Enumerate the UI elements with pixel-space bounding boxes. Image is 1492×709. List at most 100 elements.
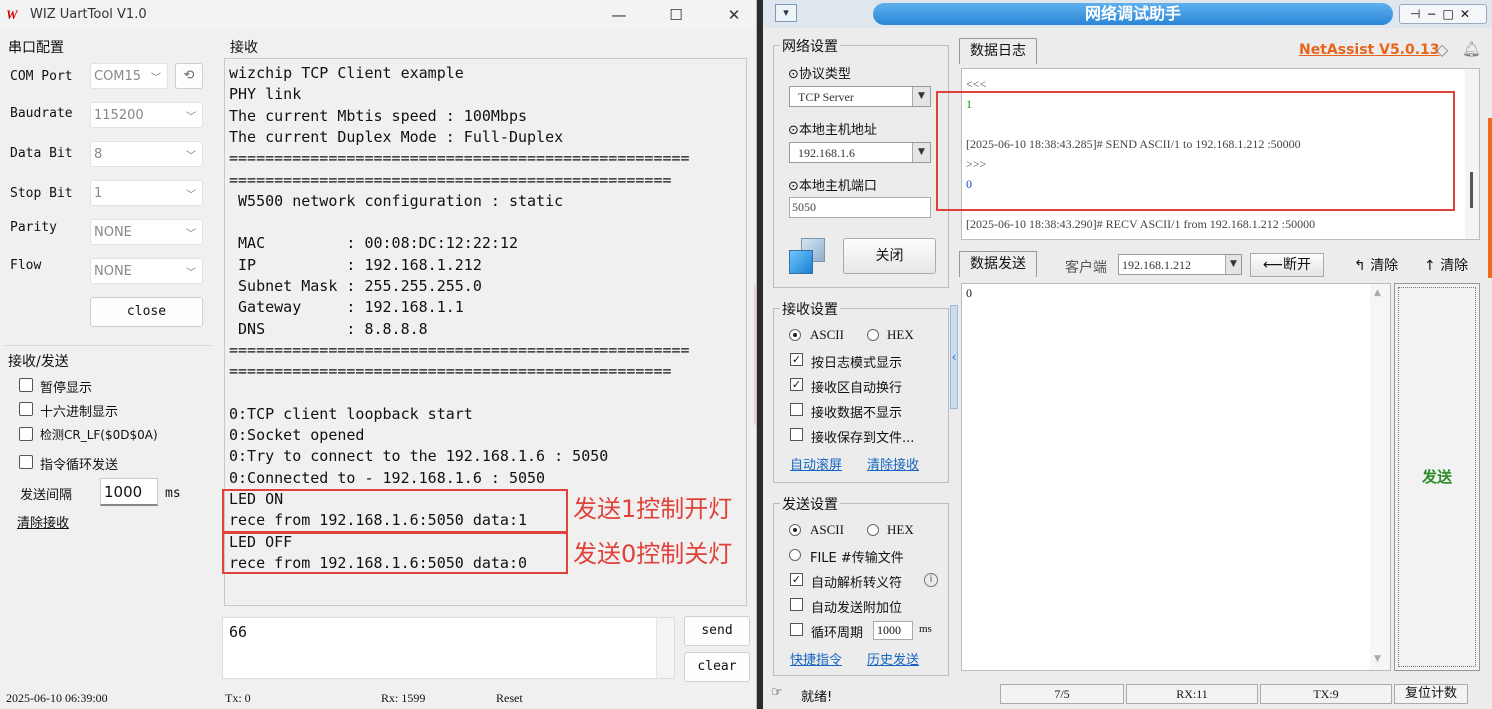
- cycle-unit: ms: [919, 623, 932, 635]
- history-link[interactable]: 历史发送: [867, 649, 919, 668]
- auto-append-checkbox[interactable]: [790, 598, 803, 611]
- receive-line: ========================================…: [229, 362, 672, 381]
- auto-wrap-checkbox[interactable]: ✓: [790, 378, 803, 391]
- app-menu-icon[interactable]: ▾: [775, 4, 797, 22]
- window-controls[interactable]: ⊣−□✕: [1399, 4, 1487, 24]
- receive-line: DNS : 8.8.8.8: [229, 319, 428, 338]
- cycle-send-checkbox[interactable]: [19, 455, 33, 469]
- log-scrollbar[interactable]: [1465, 69, 1479, 239]
- scroll-up-icon[interactable]: ▲: [1374, 288, 1381, 298]
- send-button[interactable]: send: [684, 616, 750, 646]
- stopbit-label: Stop Bit: [10, 186, 73, 201]
- info-icon[interactable]: i: [924, 573, 938, 587]
- flow-value: NONE: [94, 264, 132, 279]
- status-reset[interactable]: Reset: [496, 691, 523, 706]
- cycle-input[interactable]: 1000: [873, 621, 913, 640]
- disconnect-label: 断开: [1283, 257, 1312, 273]
- tab-data-log[interactable]: 数据日志: [959, 38, 1037, 64]
- minimize-button[interactable]: —: [596, 2, 642, 28]
- file-send-radio[interactable]: [789, 549, 801, 561]
- send-interval-input[interactable]: 1000: [100, 478, 158, 506]
- parity-select[interactable]: NONE ﹀: [90, 219, 203, 245]
- receive-line: The current Mbtis speed : 100Mbps: [229, 106, 528, 125]
- close-connection-button[interactable]: 关闭: [843, 238, 936, 274]
- receive-line: Gateway : 192.168.1.1: [229, 298, 464, 317]
- close-window-button[interactable]: ✕: [711, 2, 756, 28]
- auto-scroll-link[interactable]: 自动滚屏: [790, 454, 842, 473]
- version-link[interactable]: NetAssist V5.0.13: [1299, 42, 1440, 58]
- client-label: 客户端: [1065, 260, 1107, 276]
- detect-crlf-checkbox[interactable]: [19, 427, 33, 441]
- clear-recv-link[interactable]: 清除接收: [867, 454, 919, 473]
- close-port-button[interactable]: close: [90, 297, 203, 327]
- no-display-checkbox[interactable]: [790, 403, 803, 416]
- send-button[interactable]: 发送: [1394, 283, 1480, 671]
- baudrate-value: 115200: [94, 108, 144, 123]
- chevron-down-icon: ▼: [912, 87, 930, 106]
- send-scrollbar[interactable]: ▲ ▼: [1370, 284, 1390, 670]
- receive-line: W5500 network configuration : static: [229, 191, 564, 210]
- com-port-select[interactable]: COM15 ﹀: [90, 63, 168, 89]
- uart-tool-window: W WIZ UartTool V1.0 — ☐ ✕ 串口配置 COM Port …: [0, 0, 757, 709]
- receive-line: 0:TCP client loopback start: [229, 404, 473, 423]
- databit-value: 8: [94, 147, 103, 162]
- refresh-ports-button[interactable]: ⟲: [175, 63, 203, 89]
- send-text-value: 0: [966, 286, 972, 300]
- save-file-label: 接收保存到文件...: [811, 431, 915, 446]
- tab-data-send[interactable]: 数据发送: [959, 251, 1037, 277]
- recv-ascii-radio[interactable]: [789, 329, 801, 341]
- title-bar: W WIZ UartTool V1.0 — ☐ ✕: [0, 0, 756, 30]
- hex-display-checkbox[interactable]: [19, 402, 33, 416]
- cycle-send-label: 指令循环发送: [40, 458, 119, 473]
- maximize-button[interactable]: ☐: [653, 2, 699, 28]
- send-hex-radio[interactable]: [867, 524, 879, 536]
- recv-hex-radio[interactable]: [867, 329, 879, 341]
- log-mode-checkbox[interactable]: ✓: [790, 353, 803, 366]
- receive-line: 0:Connected to - 192.168.1.6 : 5050: [229, 468, 546, 487]
- minimize-icon[interactable]: −: [1426, 7, 1442, 21]
- hex-display-label: 十六进制显示: [40, 405, 119, 420]
- baudrate-select[interactable]: 115200 ﹀: [90, 102, 203, 128]
- auto-escape-checkbox[interactable]: ✓: [790, 573, 803, 586]
- receive-line: ========================================…: [229, 149, 690, 168]
- save-file-checkbox[interactable]: [790, 428, 803, 441]
- bell-icon[interactable]: 🔔︎: [1462, 40, 1481, 58]
- reset-count-button[interactable]: 复位计数: [1394, 684, 1468, 704]
- clear-receive-link[interactable]: 清除接收: [17, 512, 69, 531]
- close-icon[interactable]: ✕: [1460, 7, 1476, 21]
- clear-log-button[interactable]: ↑ 清除: [1424, 255, 1468, 275]
- client-select[interactable]: 192.168.1.212 ▼: [1118, 254, 1242, 275]
- collapse-handle[interactable]: ‹: [950, 305, 958, 409]
- receive-line: ========================================…: [229, 170, 672, 189]
- disconnect-button[interactable]: ⟵断开: [1250, 253, 1324, 277]
- clear-button[interactable]: clear: [684, 652, 750, 682]
- stopbit-select[interactable]: 1 ﹀: [90, 180, 203, 206]
- stopbit-value: 1: [94, 186, 103, 201]
- log-mode-label: 按日志模式显示: [811, 356, 903, 371]
- shortcut-link[interactable]: 快捷指令: [790, 649, 842, 668]
- cycle-checkbox[interactable]: [790, 623, 803, 636]
- local-port-input[interactable]: 5050: [789, 197, 931, 218]
- local-ip-select[interactable]: 192.168.1.6 ▼: [789, 142, 931, 163]
- pause-display-checkbox[interactable]: [19, 378, 33, 392]
- chevron-left-icon: ‹: [951, 350, 957, 364]
- log-scroll-thumb[interactable]: [1470, 172, 1473, 208]
- clear-send-button[interactable]: ↰ 清除: [1354, 255, 1398, 275]
- receive-line: 0:Socket opened: [229, 426, 365, 445]
- receive-line: Subnet Mask : 255.255.255.0: [229, 277, 482, 295]
- pin-icon[interactable]: ⊣: [1410, 7, 1426, 21]
- send-textarea[interactable]: 66: [222, 617, 675, 679]
- maximize-icon[interactable]: □: [1443, 7, 1460, 21]
- log-line: <<<: [966, 77, 987, 91]
- send-textarea[interactable]: 0 ▲ ▼: [961, 283, 1391, 671]
- scroll-down-icon[interactable]: ▼: [1374, 654, 1381, 664]
- protocol-select[interactable]: TCP Server ▼: [789, 86, 931, 107]
- flow-select[interactable]: NONE ﹀: [90, 258, 203, 284]
- local-port-label: ⊙本地主机端口: [788, 179, 877, 194]
- send-ascii-radio[interactable]: [789, 524, 801, 536]
- diamond-icon[interactable]: ◇: [1436, 40, 1448, 59]
- databit-select[interactable]: 8 ﹀: [90, 141, 203, 167]
- send-scrollbar[interactable]: [656, 618, 674, 678]
- receive-line: The current Duplex Mode : Full-Duplex: [229, 127, 564, 146]
- chevron-down-icon: ﹀: [186, 190, 196, 201]
